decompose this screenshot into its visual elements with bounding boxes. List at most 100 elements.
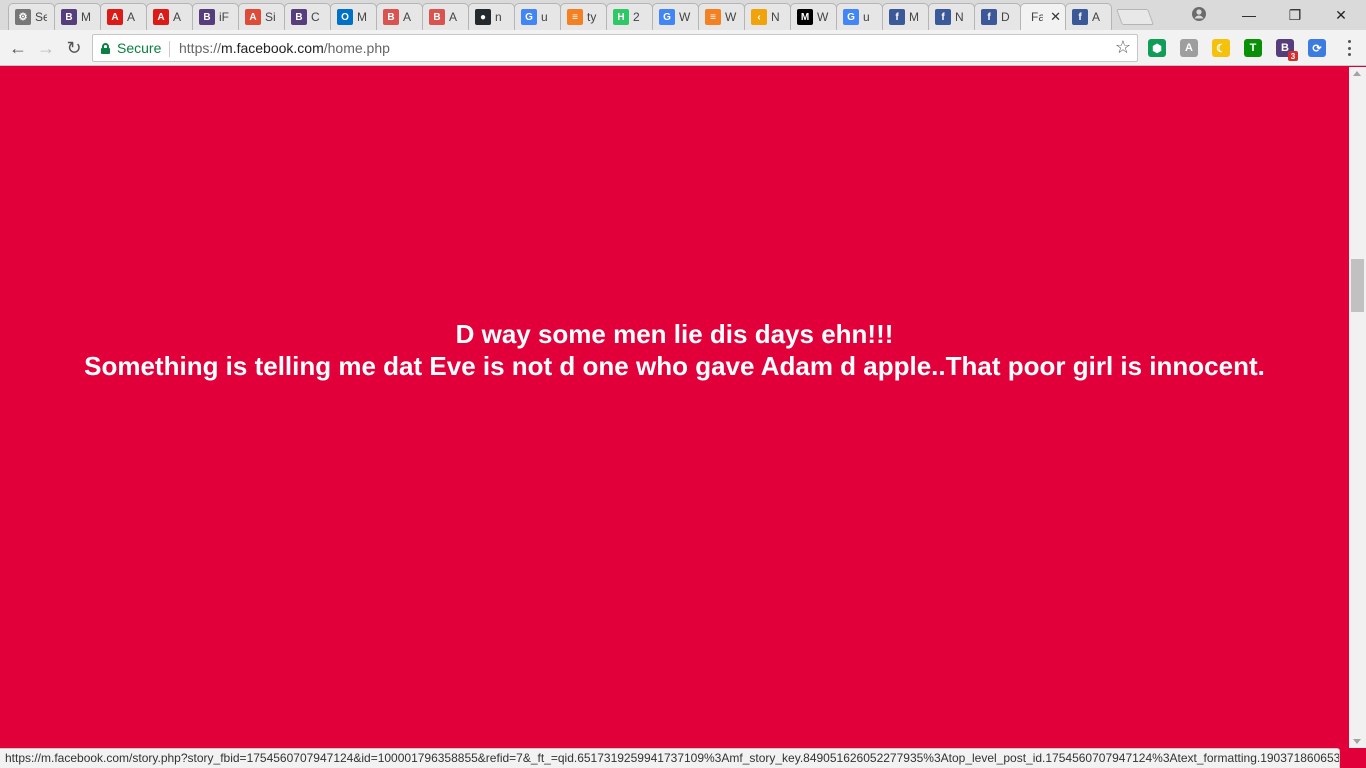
bootstrap-icon: B [291,9,307,25]
post-line-1: D way some men lie dis days ehn!!! [455,319,894,349]
url-host: m.facebook.com [221,40,324,56]
profile-icon[interactable] [1190,5,1208,23]
tab-title: D [1001,10,1010,24]
scrollbar-thumb[interactable] [1351,259,1364,312]
tab-title: W [817,10,829,24]
browser-tab[interactable]: fD [974,3,1021,30]
ext-sync-icon[interactable]: ⟳ [1308,39,1326,57]
browser-tab[interactable]: ≡ W [698,3,745,30]
tab-title: n [495,10,502,24]
address-bar[interactable]: Secure https://m.facebook.com/home.php ☆ [92,34,1138,62]
bootstrap-icon: B [199,9,215,25]
ext-b-icon[interactable]: B3 [1276,39,1298,61]
bootstrap-red-icon: B [383,9,399,25]
browser-tab[interactable]: ⚙ Se [8,3,55,30]
restore-button[interactable]: ❐ [1272,0,1318,30]
browser-tab[interactable]: fA [1065,3,1112,30]
angular-icon: A [245,9,261,25]
ext-t-icon[interactable]: T [1244,39,1262,57]
browser-tab[interactable]: A Si [238,3,285,30]
code-icon: ‹ [751,9,767,25]
browser-tab[interactable]: Gu [836,3,883,30]
google-icon: G [843,9,859,25]
browser-tab[interactable]: fM [882,3,929,30]
omnibox-divider [169,41,170,57]
tab-title: iF [219,10,229,24]
tab-title: ty [587,10,597,24]
tab-title: A [449,10,458,24]
status-post-text[interactable]: D way some men lie dis days ehn!!! Somet… [0,318,1349,382]
post-line-2: Something is telling me dat Eve is not d… [84,351,1265,381]
forward-button[interactable]: → [34,36,58,60]
facebook-icon: f [889,9,905,25]
new-tab-button[interactable] [1116,9,1154,25]
browser-tab[interactable]: OM [330,3,377,30]
extension-glyph: ☾ [1216,42,1226,55]
browser-tab[interactable]: BC [284,3,331,30]
browser-tab[interactable]: AA [146,3,193,30]
tab-title: Se [35,10,47,24]
ext-green-icon[interactable]: ⬢ [1148,39,1166,57]
browser-tab[interactable]: ≡ ty [560,3,607,30]
tab-title: u [863,10,870,24]
extension-glyph: ⟳ [1312,42,1322,55]
tab-title: N [771,10,780,24]
page-content: D way some men lie dis days ehn!!! Somet… [0,67,1349,747]
google-icon: G [659,9,675,25]
url-scheme: https:// [179,40,222,56]
tab-title: W [725,10,737,24]
close-tab-icon[interactable]: ✕ [1050,9,1061,25]
browser-tab[interactable]: BA [376,3,423,30]
browser-tab[interactable]: BA [422,3,469,30]
chrome-menu-button[interactable] [1340,38,1358,58]
vertical-scrollbar[interactable] [1349,67,1366,748]
browser-tab[interactable]: BiF [192,3,239,30]
ext-moon-icon[interactable]: ☾ [1212,39,1230,57]
browser-tab[interactable]: Gu [514,3,561,30]
tab-title: A [1092,10,1101,24]
bookmark-star-icon[interactable]: ☆ [1115,37,1131,58]
bootstrap-red-icon: B [429,9,445,25]
tab-title: M [909,10,919,24]
tab-title: C [311,10,320,24]
tab-title: A [173,10,182,24]
menu-dot-icon [1347,40,1351,43]
extension-badge: 3 [1288,51,1298,61]
url-text[interactable]: https://m.facebook.com/home.php [179,40,390,56]
minimize-button[interactable]: — [1226,0,1272,30]
back-button[interactable]: ← [6,36,30,60]
stackoverflow-icon: ≡ [567,9,583,25]
tab-list: ⚙SeBMAAAABiFASiBCOMBABA●nGu≡tyH2GW≡W‹NMW… [8,3,1154,30]
reload-button[interactable]: ↻ [62,36,86,60]
tab-title: u [541,10,548,24]
extension-glyph: ⬢ [1152,42,1162,55]
tab-title: 2 [633,10,640,24]
scroll-down-arrow-icon[interactable] [1353,739,1361,744]
facebook-icon: f [981,9,997,25]
tab-title: W [679,10,691,24]
browser-tab[interactable]: BM [54,3,101,30]
browser-tab[interactable]: ● n [468,3,515,30]
browser-tab[interactable]: ‹ N [744,3,791,30]
secure-label: Secure [117,40,162,56]
browser-toolbar: ← → ↻ Secure https://m.facebook.com/home… [0,30,1366,66]
browser-tab[interactable]: GW [652,3,699,30]
browser-tab[interactable]: fN [928,3,975,30]
google-icon: G [521,9,537,25]
tab-title: Fa [1031,10,1043,24]
browser-tab[interactable]: H2 [606,3,653,30]
browser-tab[interactable]: Fa ✕ [1020,3,1066,30]
ext-angular-icon[interactable]: A [1180,39,1198,57]
tab-strip: ⚙SeBMAAAABiFASiBCOMBABA●nGu≡tyH2GW≡W‹NMW… [0,0,1366,30]
secure-indicator[interactable]: Secure [101,40,161,56]
browser-tab[interactable]: AA [100,3,147,30]
scroll-up-arrow-icon[interactable] [1353,71,1361,76]
menu-dot-icon [1347,53,1351,56]
browser-tab[interactable]: MW [790,3,837,30]
tab-title: N [955,10,964,24]
stackoverflow-icon: ≡ [705,9,721,25]
angular-icon: A [153,9,169,25]
extension-glyph: T [1249,42,1257,54]
extension-glyph: A [1185,42,1193,54]
close-window-button[interactable]: ✕ [1318,0,1364,30]
